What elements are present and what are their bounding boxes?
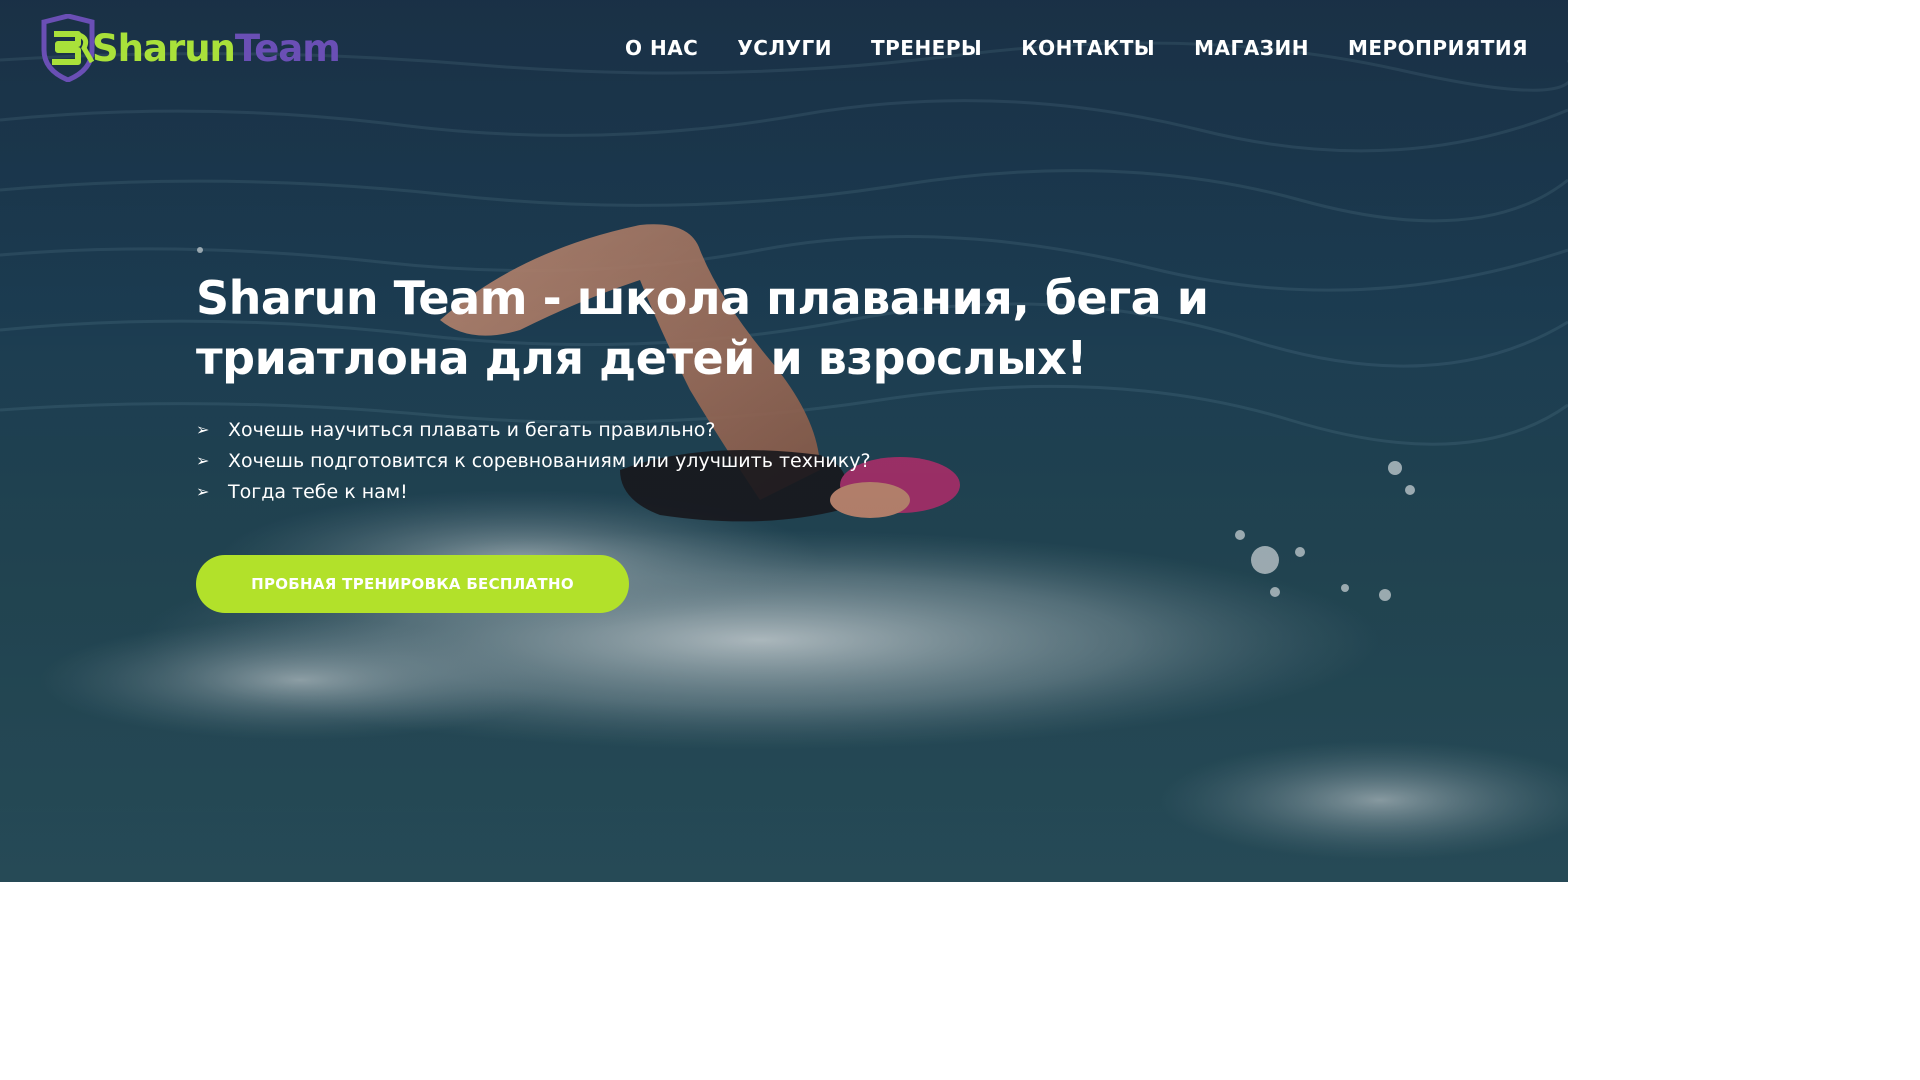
logo-text: SharunTeam (92, 26, 341, 70)
main-nav: О НАС УСЛУГИ ТРЕНЕРЫ КОНТАКТЫ МАГАЗИН МЕ… (586, 36, 1528, 60)
hero-headline: Sharun Team - школа плавания, бега и три… (196, 271, 1209, 385)
arrow-right-icon: ➢ (196, 451, 210, 470)
bullet-text: Тогда тебе к нам! (228, 480, 408, 503)
list-item: ➢ Хочешь научиться плавать и бегать прав… (196, 414, 871, 445)
nav-item-about[interactable]: О НАС (625, 36, 698, 60)
logo-text-team: Team (234, 26, 341, 70)
nav-item-services[interactable]: УСЛУГИ (737, 36, 832, 60)
bullet-text: Хочешь подготовится к соревнованиям или … (228, 449, 871, 472)
arrow-right-icon: ➢ (196, 420, 210, 439)
hero-section: SharunTeam О НАС УСЛУГИ ТРЕНЕРЫ КОНТАКТЫ… (0, 0, 1568, 882)
nav-item-coaches[interactable]: ТРЕНЕРЫ (871, 36, 982, 60)
nav-item-contacts[interactable]: КОНТАКТЫ (1021, 36, 1155, 60)
list-item: ➢ Хочешь подготовится к соревнованиям ил… (196, 445, 871, 476)
nav-item-shop[interactable]: МАГАЗИН (1194, 36, 1309, 60)
logo-text-sharun: Sharun (92, 26, 236, 70)
shield-sr-logo-icon (38, 13, 98, 83)
list-item: ➢ Тогда тебе к нам! (196, 476, 871, 507)
arrow-right-icon: ➢ (196, 482, 210, 501)
hero-bullet-list: ➢ Хочешь научиться плавать и бегать прав… (196, 414, 871, 507)
free-trial-button[interactable]: ПРОБНАЯ ТРЕНИРОВКА БЕСПЛАТНО (196, 555, 629, 613)
nav-item-events[interactable]: МЕРОПРИЯТИЯ (1348, 36, 1528, 60)
bullet-text: Хочешь научиться плавать и бегать правил… (228, 418, 716, 441)
site-logo[interactable]: SharunTeam (38, 13, 341, 83)
